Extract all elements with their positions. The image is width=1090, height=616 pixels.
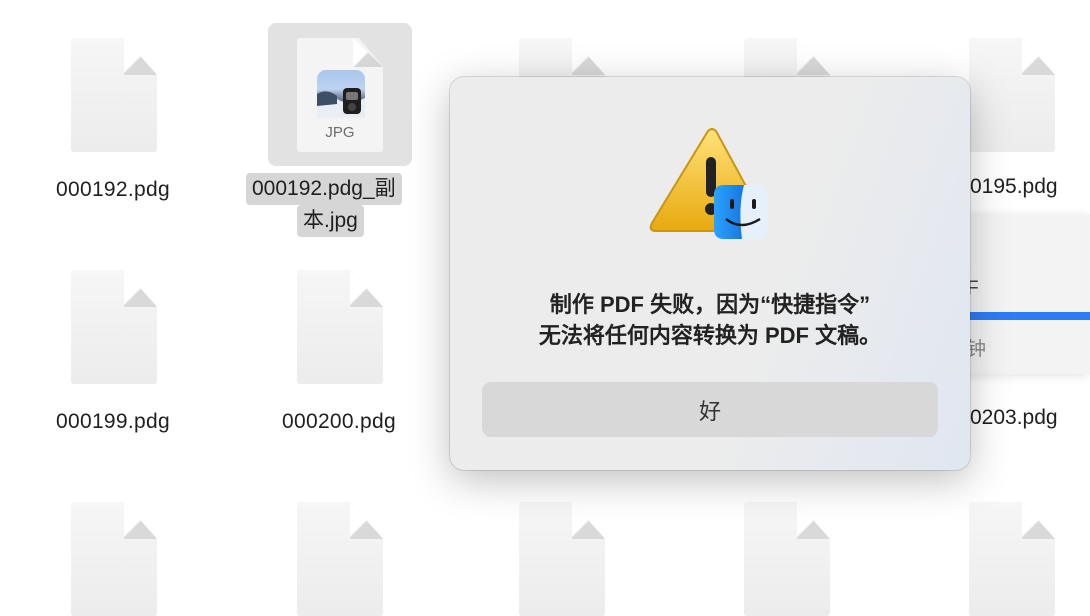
document-icon xyxy=(969,502,1055,616)
file-name-line1: 000192.pdg_副 xyxy=(246,173,402,205)
alert-message: 制作 PDF 失败，因为“快捷指令” 无法将任何内容转换为 PDF 文稿。 xyxy=(480,289,940,351)
document-icon xyxy=(744,502,830,616)
file-name-line2: 本.jpg xyxy=(297,205,364,237)
file-name: 000192.pdg xyxy=(56,178,170,201)
file-name: 0203.pdg xyxy=(970,406,1058,429)
document-icon xyxy=(519,502,605,616)
document-icon xyxy=(71,270,157,384)
alert-message-line2: 无法将任何内容转换为 PDF 文稿。 xyxy=(538,323,882,348)
alert-message-line1: 制作 PDF 失败，因为“快捷指令” xyxy=(549,292,871,317)
alert-dialog: 制作 PDF 失败，因为“快捷指令” 无法将任何内容转换为 PDF 文稿。 好 xyxy=(450,77,970,470)
preview-app-thumbnail-icon xyxy=(317,70,365,118)
file-name: 000200.pdg xyxy=(282,410,396,433)
document-icon xyxy=(297,270,383,384)
ok-button[interactable]: 好 xyxy=(482,382,938,437)
document-icon xyxy=(71,502,157,616)
progress-bar xyxy=(967,312,1090,320)
warning-finder-icon xyxy=(648,127,772,242)
file-name: 000199.pdg xyxy=(56,410,170,433)
file-type-label: JPG xyxy=(325,124,355,141)
document-icon xyxy=(969,38,1055,152)
document-icon xyxy=(71,38,157,152)
document-icon xyxy=(297,502,383,616)
progress-panel: F 钟 xyxy=(955,214,1090,374)
file-name: 0195.pdg xyxy=(970,175,1058,198)
